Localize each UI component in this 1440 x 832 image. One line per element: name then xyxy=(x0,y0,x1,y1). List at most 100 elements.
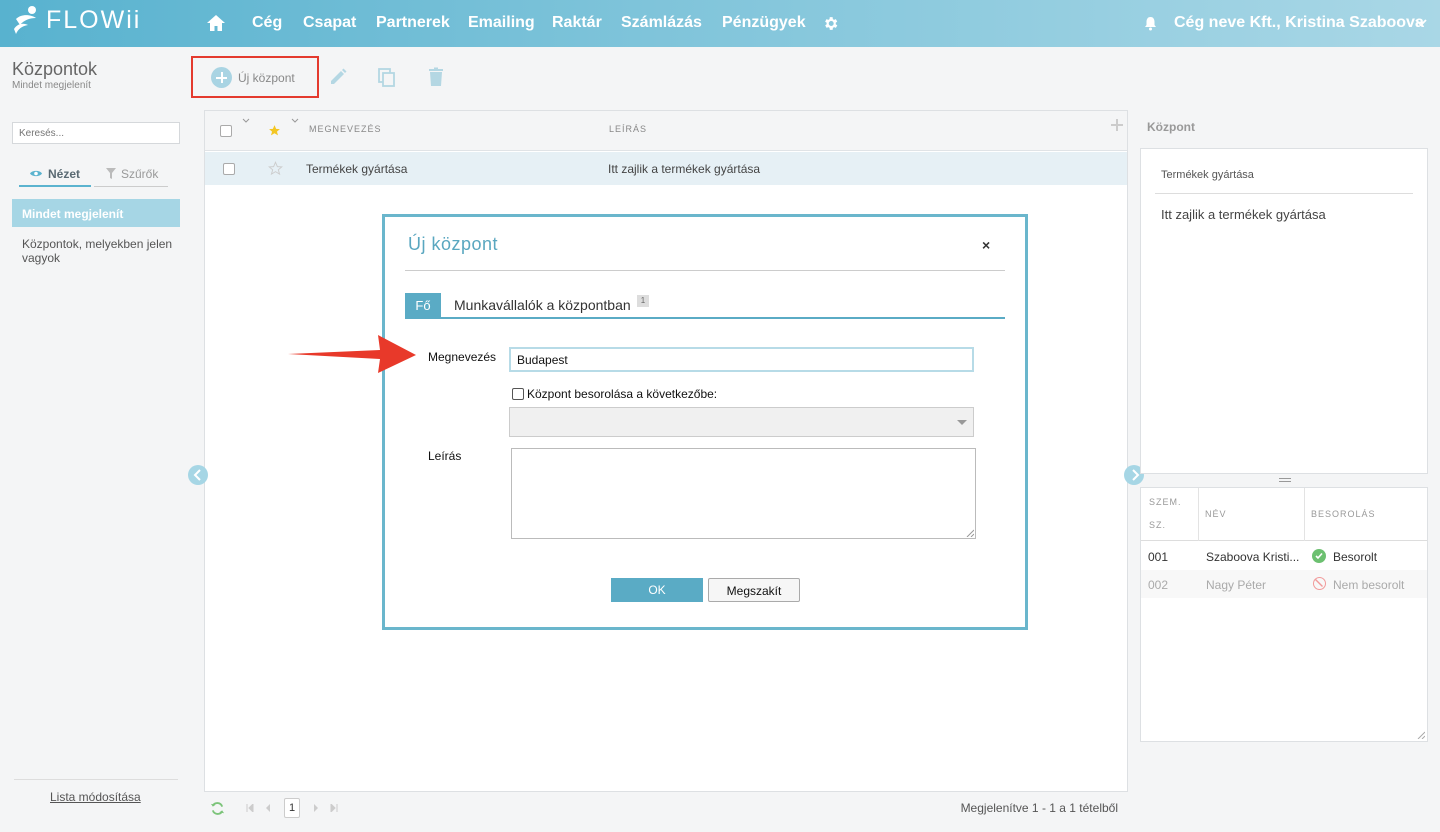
column-header-status[interactable]: BESOROLÁS xyxy=(1311,509,1376,519)
copy-icon[interactable] xyxy=(377,67,397,87)
sidebar-item-my-centers[interactable]: Központok, melyekben jelen vagyok xyxy=(22,237,177,265)
dialog-title: Új központ xyxy=(408,234,499,254)
panel-splitter[interactable] xyxy=(1279,478,1291,482)
cell-id: 001 xyxy=(1148,550,1169,564)
tab-view-label: Nézet xyxy=(48,167,81,181)
refresh-icon[interactable] xyxy=(210,801,225,816)
cell-status: Besorolt xyxy=(1333,550,1378,564)
nav-item-raktar[interactable]: Raktár xyxy=(552,14,602,32)
tab-filters-label: Szűrők xyxy=(121,167,159,181)
tab-filters[interactable]: Szűrők xyxy=(94,160,168,187)
parent-center-select[interactable] xyxy=(509,407,974,437)
home-icon[interactable] xyxy=(206,14,226,32)
chevron-down-icon[interactable] xyxy=(242,117,250,125)
next-page-icon[interactable] xyxy=(312,804,320,812)
nav-item-partnerek[interactable]: Partnerek xyxy=(376,14,450,32)
name-label: Megnevezés xyxy=(428,350,497,364)
column-divider xyxy=(1304,488,1305,541)
cell-status: Nem besorolt xyxy=(1333,578,1405,592)
table-row[interactable]: Termékek gyártása Itt zajlik a termékek … xyxy=(205,152,1127,185)
nav-item-csapat[interactable]: Csapat xyxy=(303,14,356,32)
detail-name: Termékek gyártása xyxy=(1161,169,1254,181)
table-header: MEGNEVEZÉS LEÍRÁS xyxy=(205,111,1127,151)
column-divider xyxy=(1198,488,1199,541)
row-checkbox[interactable] xyxy=(223,163,235,175)
pagination: 1 Megjelenítve 1 - 1 a 1 tételből xyxy=(204,796,1128,820)
column-header-id-2[interactable]: SZ. xyxy=(1149,520,1166,530)
chevron-down-icon[interactable] xyxy=(291,117,299,125)
cell-employee-name: Nagy Péter xyxy=(1206,578,1267,592)
table-row[interactable]: 001 Szaboova Kristi... Besorolt xyxy=(1141,542,1427,570)
page-subtitle: Mindet megjelenít xyxy=(12,80,91,91)
tab-employees[interactable]: Munkavállalók a központban xyxy=(454,297,631,313)
employees-table-header: SZEM. SZ. NÉV BESOROLÁS xyxy=(1141,488,1427,541)
add-column-icon[interactable] xyxy=(1111,119,1123,131)
resize-handle-icon[interactable] xyxy=(1417,731,1425,739)
gear-icon[interactable] xyxy=(822,15,839,32)
cell-name: Termékek gyártása xyxy=(306,162,408,176)
divider xyxy=(1155,193,1413,194)
search-input[interactable] xyxy=(12,122,180,144)
table-row[interactable]: 002 Nagy Péter Nem besorolt xyxy=(1141,570,1427,598)
chevron-left-icon xyxy=(193,469,201,481)
column-header-description[interactable]: LEÍRÁS xyxy=(609,124,647,134)
cell-id: 002 xyxy=(1148,578,1169,592)
chevron-down-icon[interactable] xyxy=(1414,16,1428,30)
trash-icon[interactable] xyxy=(426,67,446,87)
nav-item-penzugyek[interactable]: Pénzügyek xyxy=(722,14,806,32)
ok-button[interactable]: OK xyxy=(611,578,703,602)
page-title: Központok xyxy=(12,59,98,79)
edit-list-link[interactable]: Lista módosítása xyxy=(50,790,141,804)
detail-card: Termékek gyártása Itt zajlik a termékek … xyxy=(1140,148,1428,474)
star-outline-icon[interactable] xyxy=(268,161,283,176)
resize-handle-icon[interactable] xyxy=(966,529,974,537)
nav-item-ceg[interactable]: Cég xyxy=(252,14,282,32)
edit-pencil-icon[interactable] xyxy=(328,67,348,87)
tab-underline xyxy=(405,317,1005,319)
last-page-icon[interactable] xyxy=(330,804,338,812)
prev-page-icon[interactable] xyxy=(264,804,272,812)
page-number[interactable]: 1 xyxy=(284,798,300,818)
assign-checkbox-label[interactable]: Központ besorolása a következőbe: xyxy=(527,387,717,401)
dropdown-caret-icon xyxy=(957,420,967,425)
description-label: Leírás xyxy=(428,449,462,463)
column-header-id[interactable]: SZEM. xyxy=(1149,497,1182,507)
flowii-logo[interactable]: FLOWii xyxy=(12,5,141,35)
company-user-menu[interactable]: Cég neve Kft., Kristina Szaboova xyxy=(1174,14,1424,32)
cancel-button[interactable]: Megszakít xyxy=(708,578,800,602)
first-page-icon[interactable] xyxy=(246,804,254,812)
star-filled-icon[interactable] xyxy=(268,124,281,137)
detail-description: Itt zajlik a termékek gyártása xyxy=(1161,207,1326,222)
detail-title: Központ xyxy=(1147,120,1195,134)
cell-description: Itt zajlik a termékek gyártása xyxy=(608,162,761,176)
bell-icon[interactable] xyxy=(1144,16,1157,31)
description-textarea[interactable] xyxy=(511,448,976,539)
eye-icon xyxy=(30,170,42,177)
annotation-arrow-icon xyxy=(288,335,416,373)
new-center-label: Új központ xyxy=(238,71,295,85)
column-header-name[interactable]: MEGNEVEZÉS xyxy=(309,124,382,134)
name-input[interactable] xyxy=(509,347,974,372)
prohibited-slash xyxy=(1315,579,1323,587)
filter-icon xyxy=(106,168,116,179)
divider xyxy=(405,270,1005,271)
top-navigation-bar: FLOWii Cég Csapat Partnerek Emailing Rak… xyxy=(0,0,1440,47)
employees-table: SZEM. SZ. NÉV BESOROLÁS 001 Szaboova Kri… xyxy=(1140,487,1428,742)
new-center-dialog: Új központ × Fő Munkavállalók a központb… xyxy=(382,214,1028,630)
tab-main[interactable]: Fő xyxy=(405,293,441,317)
select-all-checkbox[interactable] xyxy=(220,125,232,137)
new-center-button[interactable]: Új központ xyxy=(191,56,319,98)
logo-text: FLOWii xyxy=(46,5,142,34)
assign-checkbox[interactable] xyxy=(512,388,524,400)
tab-employees-count-badge: 1 xyxy=(637,295,649,307)
close-button[interactable]: × xyxy=(982,237,990,253)
column-header-employee-name[interactable]: NÉV xyxy=(1205,509,1227,519)
collapse-left-button[interactable] xyxy=(188,465,208,485)
pager-info: Megjelenítve 1 - 1 a 1 tételből xyxy=(960,801,1118,815)
sidebar-divider xyxy=(14,779,178,780)
sidebar-item-show-all[interactable]: Mindet megjelenít xyxy=(12,199,180,227)
tab-view[interactable]: Nézet xyxy=(19,160,91,187)
nav-item-szamlazas[interactable]: Számlázás xyxy=(621,14,702,32)
nav-item-emailing[interactable]: Emailing xyxy=(468,14,535,32)
cell-employee-name: Szaboova Kristi... xyxy=(1206,550,1300,564)
